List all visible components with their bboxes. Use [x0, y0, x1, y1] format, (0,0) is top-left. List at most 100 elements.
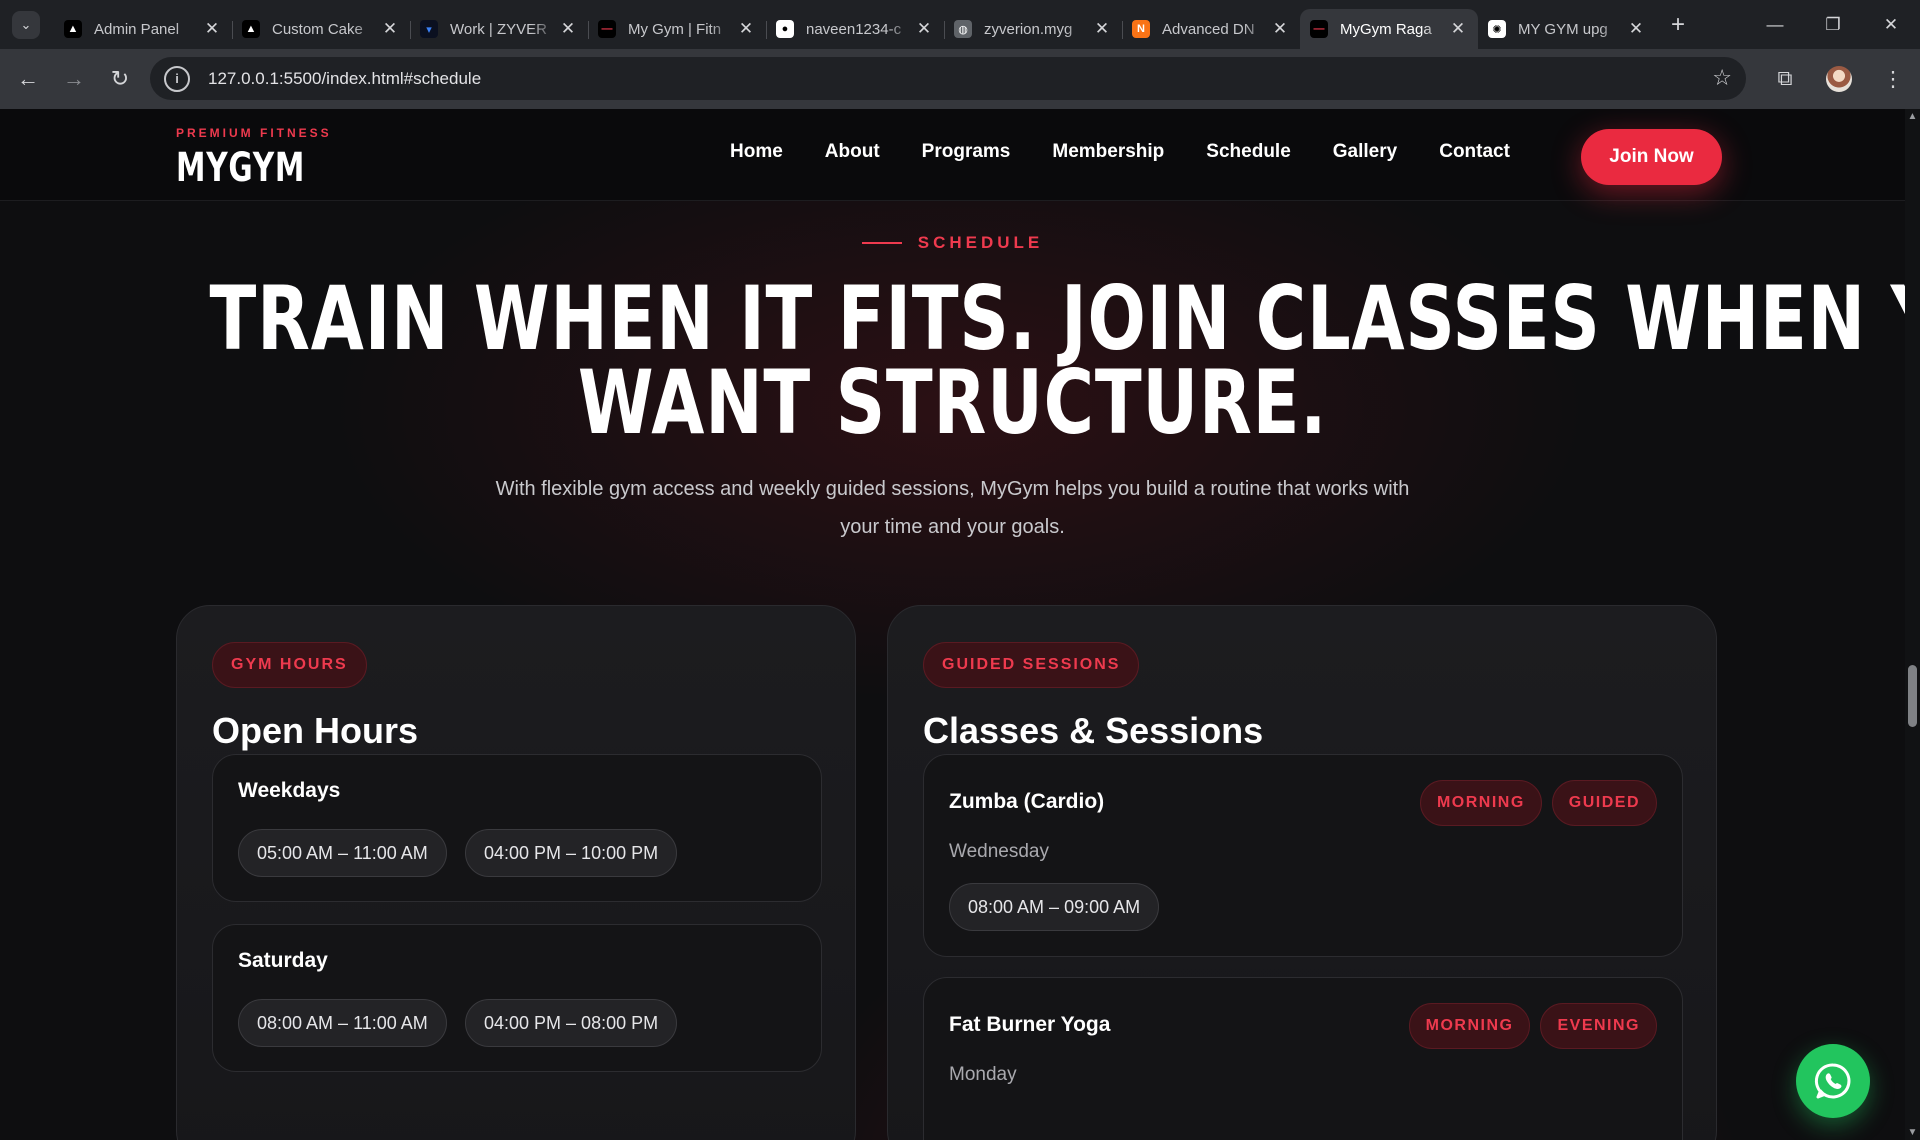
section-title: TRAIN WHEN IT FITS. JOIN CLASSES WHEN YO… [0, 275, 1905, 454]
page-viewport: PREMIUM FITNESS MYGYM Home About Programs M… [0, 109, 1905, 1140]
address-url[interactable]: 127.0.0.1:5500/index.html#schedule [208, 69, 481, 89]
mygym-icon: — [598, 20, 616, 38]
tab-search-button[interactable]: ⌄ [12, 10, 40, 39]
scroll-up-arrow-icon[interactable]: ▲ [1905, 111, 1920, 122]
section-description: With flexible gym access and weekly guid… [495, 478, 1410, 538]
brand-tagline: PREMIUM FITNESS [176, 126, 332, 140]
whatsapp-icon [1814, 1063, 1851, 1099]
back-arrow-icon[interactable]: ← [10, 61, 46, 97]
class-item-fat-burner-yoga: Fat Burner Yoga MORNING EVENING Monday [923, 977, 1683, 1140]
class-tags: MORNING GUIDED [1410, 780, 1657, 826]
site-info-icon[interactable]: i [164, 65, 190, 92]
tab-title: My Gym | Fitn [628, 20, 722, 38]
profile-avatar[interactable] [1812, 66, 1866, 92]
nav-link-gallery[interactable]: Gallery [1333, 141, 1397, 163]
hours-group-saturday: Saturday 08:00 AM – 11:00 AM 04:00 PM – … [212, 924, 822, 1072]
scrollbar-thumb[interactable] [1908, 665, 1917, 727]
triangle-icon: ▲ [64, 20, 82, 38]
class-name: Zumba (Cardio) [949, 790, 1105, 813]
nav-link-membership[interactable]: Membership [1052, 141, 1164, 163]
class-tag: MORNING [1419, 780, 1542, 826]
time-slot: 08:00 AM – 09:00 AM [949, 883, 1160, 931]
close-window-icon[interactable]: ✕ [1862, 0, 1920, 49]
browser-tab[interactable]: — My Gym | Fitn ✕ [588, 9, 766, 49]
bookmark-star-icon[interactable]: ☆ [1712, 65, 1732, 91]
nav-link-about[interactable]: About [825, 141, 880, 163]
tab-title: Admin Panel [94, 20, 180, 38]
tab-title: Custom Cake [272, 20, 363, 38]
tab-title: Work | ZYVER [450, 20, 547, 38]
time-slot: 05:00 AM – 11:00 AM [238, 829, 447, 877]
tab-close-icon[interactable]: ✕ [1448, 19, 1468, 39]
tab-close-icon[interactable]: ✕ [914, 19, 934, 39]
scroll-down-arrow-icon[interactable]: ▼ [1905, 1127, 1920, 1138]
browser-tab[interactable]: — MyGym Raga ✕ [1300, 9, 1478, 49]
tab-close-icon[interactable]: ✕ [380, 19, 400, 39]
class-item-zumba: Zumba (Cardio) MORNING GUIDED Wednesday … [923, 754, 1683, 957]
tab-title: naveen1234-c [806, 20, 902, 38]
class-day: Wednesday [949, 841, 1049, 862]
browser-tab[interactable]: ▾ Work | ZYVER ✕ [410, 9, 588, 49]
mygym-icon: — [1310, 20, 1328, 38]
forward-arrow-icon[interactable]: → [56, 61, 92, 97]
hours-group-weekdays: Weekdays 05:00 AM – 11:00 AM 04:00 PM – … [212, 754, 822, 902]
class-tag: GUIDED [1551, 780, 1657, 826]
browser-tab[interactable]: ▲ Admin Panel ✕ [54, 9, 232, 49]
tab-strip: ▲ Admin Panel ✕ ▲ Custom Cake ✕ ▾ Work | ZYVER ✕… [54, 9, 1656, 49]
nav-link-schedule[interactable]: Schedule [1206, 141, 1290, 163]
class-tag: MORNING [1408, 1003, 1531, 1049]
whatsapp-button[interactable] [1796, 1044, 1870, 1118]
nav-link-home[interactable]: Home [730, 141, 783, 163]
minimize-icon[interactable]: — [1746, 0, 1804, 49]
section-title-line-2: WANT STRUCTURE. [577, 351, 1328, 454]
new-tab-button[interactable]: + [1662, 9, 1694, 41]
tab-title: MY GYM upg [1518, 20, 1608, 38]
join-now-button[interactable]: Join Now [1581, 129, 1722, 185]
browser-tab[interactable]: ▲ Custom Cake ✕ [232, 9, 410, 49]
reload-icon[interactable]: ↻ [102, 61, 138, 97]
hours-group-name: Weekdays [238, 779, 341, 802]
github-icon: ● [776, 20, 794, 38]
tab-close-icon[interactable]: ✕ [202, 19, 222, 39]
tab-close-icon[interactable]: ✕ [1270, 19, 1290, 39]
menu-kebab-icon[interactable]: ⋮ [1866, 67, 1920, 92]
time-slot: 04:00 PM – 10:00 PM [465, 829, 678, 877]
nav-link-contact[interactable]: Contact [1439, 141, 1510, 163]
eyebrow-label: SCHEDULE [917, 233, 1044, 252]
browser-tab[interactable]: ◍ zyverion.myg ✕ [944, 9, 1122, 49]
section-eyebrow: SCHEDULE [0, 233, 1905, 253]
classes-title: Classes & Sessions [923, 710, 1264, 751]
eyebrow-divider [861, 242, 902, 244]
class-tag: EVENING [1540, 1003, 1657, 1049]
triangle-icon: ▲ [242, 20, 260, 38]
browser-toolbar: ← → ↻ i 127.0.0.1:5500/index.html#schedu… [0, 49, 1920, 109]
tab-close-icon[interactable]: ✕ [558, 19, 578, 39]
avatar [1826, 66, 1852, 92]
nav-link-programs[interactable]: Programs [922, 141, 1011, 163]
tab-close-icon[interactable]: ✕ [1092, 19, 1112, 39]
class-name: Fat Burner Yoga [949, 1013, 1111, 1036]
openai-icon: ✺ [1488, 20, 1506, 38]
advanced-icon: N [1132, 20, 1150, 38]
globe-icon: ◍ [954, 20, 972, 38]
tab-close-icon[interactable]: ✕ [1626, 19, 1646, 39]
gym-hours-label: GYM HOURS [212, 642, 367, 688]
restore-icon[interactable]: ❐ [1804, 0, 1862, 49]
browser-tab[interactable]: N Advanced DN ✕ [1122, 9, 1300, 49]
page-scrollbar[interactable]: ▲ ▼ [1905, 109, 1920, 1140]
browser-tab[interactable]: ● naveen1234-c ✕ [766, 9, 944, 49]
zyver-icon: ▾ [420, 20, 438, 38]
extensions-icon[interactable]: ⧉ [1758, 67, 1812, 91]
guided-sessions-label: GUIDED SESSIONS [923, 642, 1140, 688]
browser-tab[interactable]: ✺ MY GYM upg ✕ [1478, 9, 1656, 49]
brand-logo[interactable]: MYGYM [176, 145, 305, 191]
tab-title: MyGym Raga [1340, 20, 1432, 38]
time-slot: 08:00 AM – 11:00 AM [238, 999, 447, 1047]
class-day: Monday [949, 1064, 1017, 1085]
class-tags: MORNING EVENING [1399, 1003, 1657, 1049]
window-controls: — ❐ ✕ [1746, 0, 1920, 49]
tab-close-icon[interactable]: ✕ [736, 19, 756, 39]
address-bar[interactable]: i 127.0.0.1:5500/index.html#schedule ☆ [150, 57, 1746, 100]
browser-tab-bar: ⌄ ▲ Admin Panel ✕ ▲ Custom Cake ✕ ▾ Work | ZYVE… [0, 0, 1920, 49]
gym-hours-card: GYM HOURS Open Hours Weekdays 05:00 AM –… [176, 605, 856, 1140]
